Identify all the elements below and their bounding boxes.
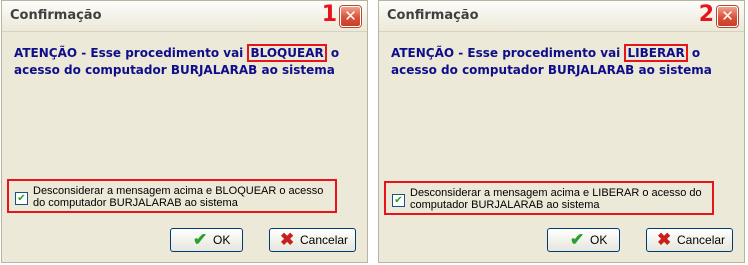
close-icon[interactable]: ✕ [340,6,361,27]
x-mark-icon: ✖ [657,230,672,249]
dismiss-checkbox-label[interactable]: Desconsiderar a mensagem acima e BLOQUEA… [33,185,333,209]
message-prefix: ATENÇÃO - Esse procedimento vai [14,46,248,60]
warning-message: ATENÇÃO - Esse procedimento vai BLOQUEAR… [14,44,359,79]
confirm-dialog-block: Confirmação 1 ✕ ATENÇÃO - Esse procedime… [1,0,368,263]
dialog-title: Confirmação [387,8,479,23]
dismiss-option: ✔ Desconsiderar a mensagem acima e LIBER… [384,181,714,215]
close-icon[interactable]: ✕ [717,6,738,27]
message-action-highlight: BLOQUEAR [247,44,327,62]
cancel-button-label: Cancelar [300,233,349,247]
dismiss-option: ✔ Desconsiderar a mensagem acima e BLOQU… [7,179,337,213]
checkmark-icon: ✔ [193,230,208,249]
ok-button-label: OK [213,233,231,247]
x-mark-icon: ✖ [280,230,295,249]
checkmark-icon: ✔ [570,230,585,249]
warning-message: ATENÇÃO - Esse procedimento vai LIBERAR … [391,44,736,79]
cancel-button[interactable]: ✖ Cancelar [646,228,733,252]
message-prefix: ATENÇÃO - Esse procedimento vai [391,46,625,60]
ok-button[interactable]: ✔ OK [547,228,620,252]
message-action-highlight: LIBERAR [624,44,688,62]
dismiss-checkbox[interactable]: ✔ [15,192,28,205]
title-bar[interactable]: Confirmação 2 ✕ [379,1,744,32]
dismiss-checkbox[interactable]: ✔ [392,194,405,207]
dismiss-checkbox-label[interactable]: Desconsiderar a mensagem acima e LIBERAR… [410,187,710,211]
confirm-dialog-release: Confirmação 2 ✕ ATENÇÃO - Esse procedime… [378,0,745,263]
cancel-button-label: Cancelar [677,233,726,247]
cancel-button[interactable]: ✖ Cancelar [269,228,356,252]
dialog-title: Confirmação [10,8,102,23]
ok-button[interactable]: ✔ OK [170,228,243,252]
annotation-number: 2 [698,2,714,27]
ok-button-label: OK [590,233,608,247]
annotation-number: 1 [321,2,337,27]
title-bar[interactable]: Confirmação 1 ✕ [2,1,367,32]
